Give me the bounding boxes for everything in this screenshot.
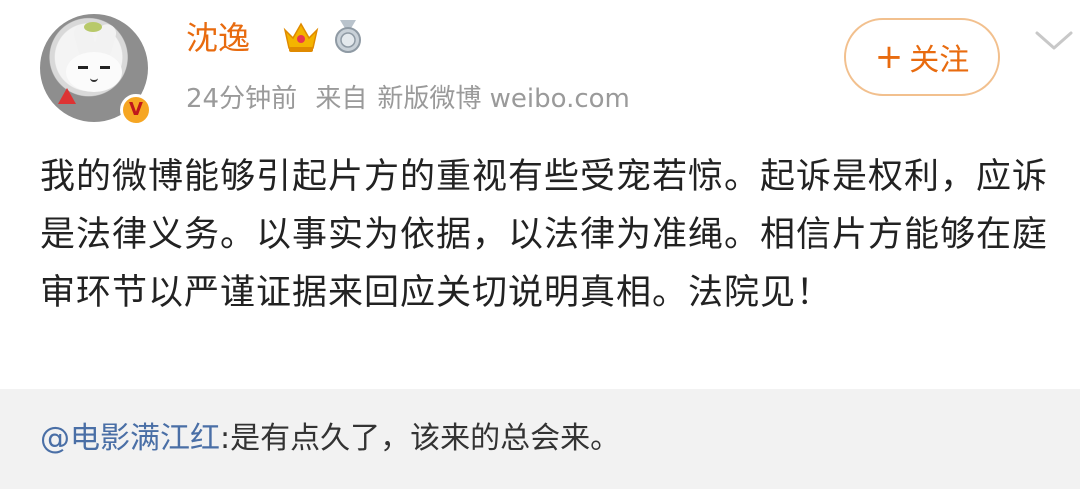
follow-button[interactable]: + 关注 bbox=[844, 18, 1000, 96]
chevron-down-icon[interactable] bbox=[1034, 30, 1074, 52]
follow-button-label: 关注 bbox=[909, 43, 970, 78]
repost-area[interactable]: @电影满江红:是有点久了，该来的总会来。 bbox=[0, 389, 1080, 489]
post-source-prefix: 来自 bbox=[315, 84, 368, 114]
repost-comment: @电影满江红:是有点久了，该来的总会来。 bbox=[40, 419, 620, 459]
post-source[interactable]: 新版微博 weibo.com bbox=[377, 84, 630, 114]
post-meta: 24分钟前 来自 新版微博 weibo.com bbox=[186, 82, 640, 116]
verified-badge-icon: V bbox=[120, 94, 152, 126]
post-time: 24分钟前 bbox=[186, 84, 298, 114]
medal-icon bbox=[335, 20, 361, 53]
avatar[interactable]: V bbox=[40, 14, 152, 126]
author-name[interactable]: 沈逸 bbox=[186, 18, 250, 58]
repost-text: :是有点久了，该来的总会来。 bbox=[220, 421, 621, 456]
weibo-post: V 沈逸 24分钟前 来自 新版微博 weibo.com + 关注 我的微博能够引… bbox=[0, 0, 1080, 382]
plus-icon: + bbox=[874, 37, 904, 77]
repost-author-link[interactable]: @电影满江红 bbox=[40, 421, 220, 456]
post-content: 我的微博能够引起片方的重视有些受宠若惊。起诉是权利，应诉是法律义务。以事实为依据… bbox=[40, 157, 1049, 313]
crown-icon bbox=[283, 22, 319, 52]
